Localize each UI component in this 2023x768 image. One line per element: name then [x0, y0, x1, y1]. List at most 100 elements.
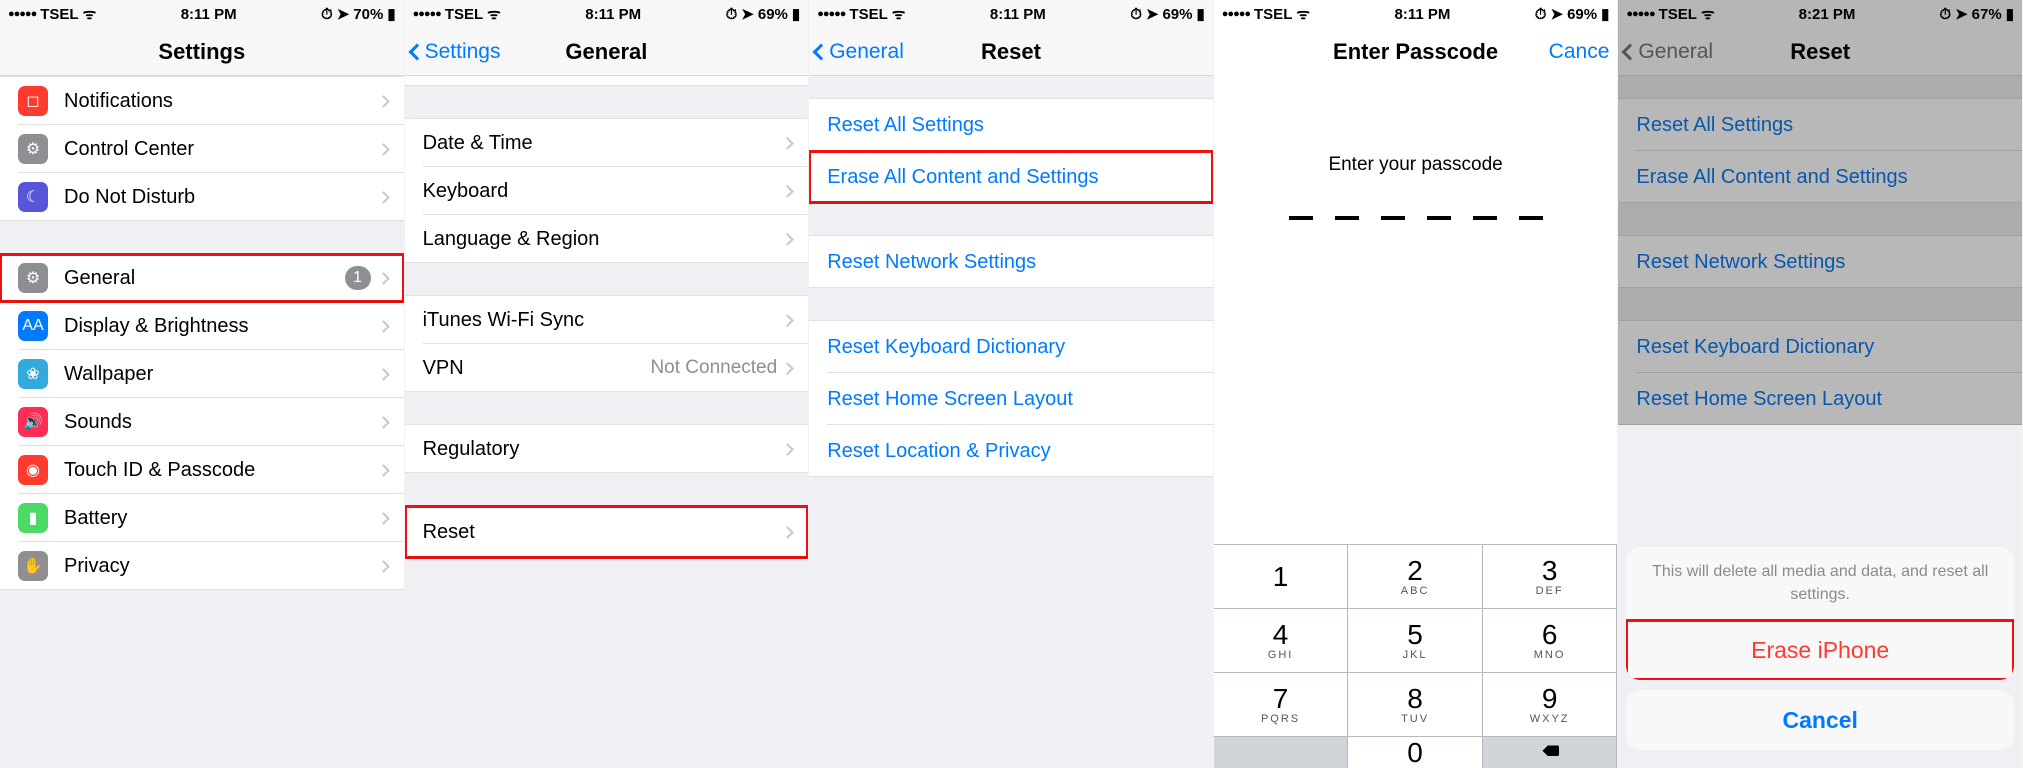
- row-label: General: [64, 267, 345, 290]
- row-reset-home: Reset Home Screen Layout: [1618, 373, 2022, 425]
- content: ◻ Notifications ⚙ Control Center ☾ Do No…: [0, 76, 404, 768]
- back-button: General: [1624, 40, 1713, 64]
- alarm-icon: ⏱: [1535, 6, 1547, 23]
- key-3[interactable]: 3DEF: [1483, 544, 1618, 608]
- row-privacy[interactable]: ✋ Privacy: [0, 542, 404, 590]
- row-label: Erase All Content and Settings: [1636, 166, 2006, 189]
- chevron-right-icon: [377, 464, 390, 477]
- key-backspace[interactable]: [1483, 736, 1618, 768]
- chevron-right-icon: [377, 416, 390, 429]
- key-2[interactable]: 2ABC: [1348, 544, 1483, 608]
- key-0[interactable]: 0: [1348, 736, 1483, 768]
- key-4[interactable]: 4GHI: [1214, 608, 1349, 672]
- chevron-right-icon: [377, 272, 390, 285]
- status-bar: ●●●●● TSEL ᯤ 8:11 PM ⏱➤70%▮: [0, 0, 404, 28]
- battery-icon: ▮: [2006, 5, 2014, 23]
- wallpaper-icon: ❀: [18, 359, 48, 389]
- chevron-right-icon: [781, 362, 794, 375]
- row-label: Erase All Content and Settings: [827, 166, 1197, 189]
- battery-pct: 69%: [1567, 6, 1597, 23]
- row-datetime[interactable]: Date & Time: [405, 119, 809, 167]
- key-1[interactable]: 1: [1214, 544, 1349, 608]
- content: Date & Time Keyboard Language & Region i…: [405, 76, 809, 768]
- row-notifications[interactable]: ◻ Notifications: [0, 77, 404, 125]
- row-label: Display & Brightness: [64, 315, 379, 338]
- content: Enter your passcode 1 2ABC 3DEF 4GHI 5JK…: [1214, 76, 1618, 768]
- battery-icon: ▮: [792, 5, 800, 23]
- wifi-icon: ᯤ: [83, 4, 97, 24]
- page-title: General: [565, 39, 647, 65]
- row-sounds[interactable]: 🔊 Sounds: [0, 398, 404, 446]
- back-button[interactable]: General: [815, 40, 904, 64]
- row-label: Reset Location & Privacy: [827, 440, 1197, 463]
- page-title: Settings: [158, 39, 245, 65]
- status-bar: ●●●●● TSEL ᯤ 8:11 PM ⏱➤69%▮: [809, 0, 1213, 28]
- display-icon: AA: [18, 311, 48, 341]
- row-erase-all[interactable]: Erase All Content and Settings: [809, 151, 1213, 203]
- keypad: 1 2ABC 3DEF 4GHI 5JKL 6MNO 7PQRS 8TUV 9W…: [1214, 544, 1618, 768]
- row-label: Control Center: [64, 138, 379, 161]
- row-reset-keyboard[interactable]: Reset Keyboard Dictionary: [809, 321, 1213, 373]
- speaker-icon: 🔊: [18, 407, 48, 437]
- content: Reset All Settings Erase All Content and…: [809, 76, 1213, 768]
- battery-pct: 67%: [1972, 6, 2002, 23]
- row-general[interactable]: ⚙ General 1: [0, 254, 404, 302]
- row-language[interactable]: Language & Region: [405, 215, 809, 263]
- key-7[interactable]: 7PQRS: [1214, 672, 1349, 736]
- chevron-right-icon: [781, 314, 794, 327]
- cancel-button[interactable]: Cancel: [1626, 690, 2014, 750]
- moon-icon: ☾: [18, 182, 48, 212]
- signal-icon: ●●●●●: [817, 8, 845, 20]
- key-9[interactable]: 9WXYZ: [1483, 672, 1618, 736]
- row-control-center[interactable]: ⚙ Control Center: [0, 125, 404, 173]
- row-label: Reset All Settings: [827, 114, 1197, 137]
- row-touchid[interactable]: ◉ Touch ID & Passcode: [0, 446, 404, 494]
- key-8[interactable]: 8TUV: [1348, 672, 1483, 736]
- battery-pct: 70%: [353, 6, 383, 23]
- status-time: 8:21 PM: [1799, 6, 1856, 23]
- backspace-icon: [1541, 744, 1559, 762]
- chevron-left-icon: [813, 43, 830, 60]
- navbar: Enter Passcode Cance: [1214, 28, 1618, 76]
- row-keyboard[interactable]: Keyboard: [405, 167, 809, 215]
- row-label: Touch ID & Passcode: [64, 459, 379, 482]
- page-title: Reset: [981, 39, 1041, 65]
- row-wallpaper[interactable]: ❀ Wallpaper: [0, 350, 404, 398]
- row-label: Reset Home Screen Layout: [1636, 388, 2006, 411]
- erase-iphone-button[interactable]: Erase iPhone: [1626, 620, 2014, 680]
- row-display[interactable]: AA Display & Brightness: [0, 302, 404, 350]
- row-reset-network[interactable]: Reset Network Settings: [809, 236, 1213, 288]
- back-button[interactable]: Settings: [411, 40, 501, 64]
- row-label: Do Not Disturb: [64, 186, 379, 209]
- location-icon: ➤: [1550, 5, 1563, 23]
- key-6[interactable]: 6MNO: [1483, 608, 1618, 672]
- row-reset-home[interactable]: Reset Home Screen Layout: [809, 373, 1213, 425]
- chevron-right-icon: [377, 560, 390, 573]
- row-label: Privacy: [64, 555, 379, 578]
- row-label: VPN: [423, 357, 651, 380]
- row-vpn[interactable]: VPNNot Connected: [405, 344, 809, 392]
- row-dnd[interactable]: ☾ Do Not Disturb: [0, 173, 404, 221]
- chevron-right-icon: [377, 512, 390, 525]
- status-time: 8:11 PM: [585, 6, 641, 23]
- row-reset[interactable]: Reset: [405, 506, 809, 558]
- row-regulatory[interactable]: Regulatory: [405, 425, 809, 473]
- cancel-button[interactable]: Cance: [1549, 40, 1610, 64]
- battery-icon: ▮: [18, 503, 48, 533]
- chevron-right-icon: [377, 368, 390, 381]
- row-itunes[interactable]: iTunes Wi-Fi Sync: [405, 296, 809, 344]
- panel-general: ●●●●● TSEL ᯤ 8:11 PM ⏱➤69%▮ Settings Gen…: [405, 0, 810, 768]
- panel-confirm: ●●●●● TSEL ᯤ 8:21 PM ⏱➤67%▮ General Rese…: [1618, 0, 2023, 768]
- alarm-icon: ⏱: [1130, 6, 1142, 23]
- row-reset-location[interactable]: Reset Location & Privacy: [809, 425, 1213, 477]
- sheet-message: This will delete all media and data, and…: [1626, 547, 2014, 620]
- status-bar: ●●●●● TSEL ᯤ 8:11 PM ⏱➤69%▮: [405, 0, 809, 28]
- status-bar: ●●●●● TSEL ᯤ 8:21 PM ⏱➤67%▮: [1618, 0, 2022, 28]
- row-battery[interactable]: ▮ Battery: [0, 494, 404, 542]
- alarm-icon: ⏱: [1939, 6, 1951, 23]
- wifi-icon: ᯤ: [892, 4, 906, 24]
- signal-icon: ●●●●●: [8, 8, 36, 20]
- carrier: TSEL: [1254, 6, 1292, 23]
- key-5[interactable]: 5JKL: [1348, 608, 1483, 672]
- row-reset-all[interactable]: Reset All Settings: [809, 99, 1213, 151]
